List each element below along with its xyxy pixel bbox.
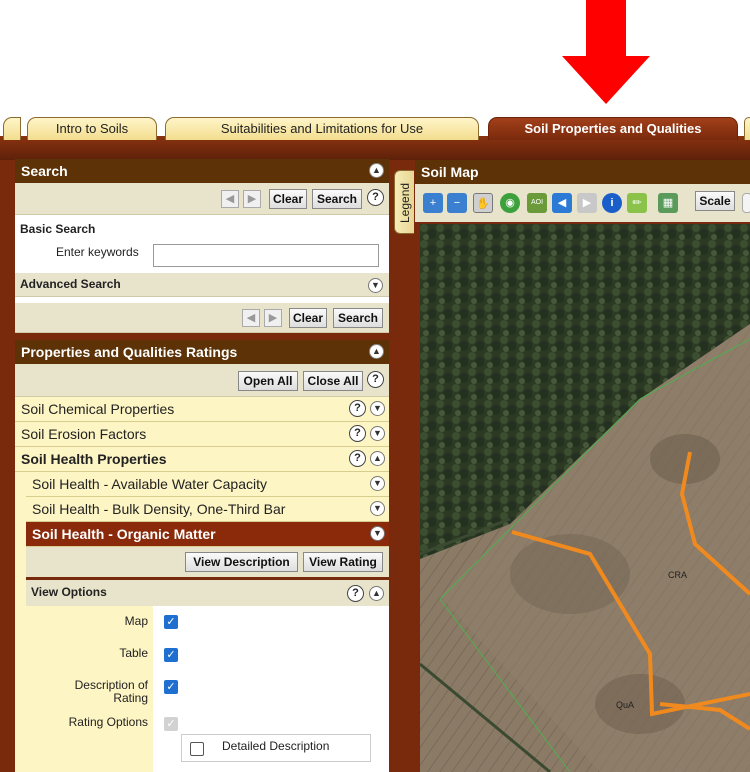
advanced-search-bar[interactable]: Advanced Search ▼	[15, 273, 389, 297]
collapse-up-icon[interactable]: ▲	[369, 344, 384, 359]
forward-arrow-icon[interactable]: ▶	[264, 309, 282, 327]
back-arrow-icon[interactable]: ◀	[221, 190, 239, 208]
soil-map-canvas[interactable]: CRA QuA	[420, 224, 750, 772]
ratings-panel-title: Properties and Qualities Ratings	[21, 344, 238, 360]
legend-tab[interactable]: Legend	[394, 170, 414, 234]
search-button[interactable]: Search	[333, 308, 383, 328]
table-checkbox[interactable]: ✓	[164, 648, 178, 662]
map-unit-label: QuA	[616, 700, 634, 710]
map-unit-label: CRA	[668, 570, 687, 580]
expand-chevron-icon[interactable]: ▼	[368, 278, 383, 293]
collapse-chevron-icon[interactable]: ▲	[370, 451, 385, 466]
category-label: Soil Erosion Factors	[21, 426, 147, 442]
rating-actions-bar: View Description View Rating	[26, 547, 389, 577]
detailed-description-label: Detailed Description	[222, 739, 330, 753]
detailed-description-box: Detailed Description	[181, 734, 371, 762]
help-icon[interactable]: ?	[349, 425, 366, 442]
expand-chevron-icon[interactable]: ▼	[370, 476, 385, 491]
category-label: Soil Health Properties	[21, 451, 167, 467]
back-arrow-icon[interactable]: ◀	[242, 309, 260, 327]
close-all-button[interactable]: Close All	[303, 371, 363, 391]
expand-chevron-icon[interactable]: ▼	[370, 426, 385, 441]
map-panel-title: Soil Map	[421, 164, 479, 180]
search-button[interactable]: Search	[312, 189, 362, 209]
measure-ruler-icon[interactable]: ✏	[627, 193, 647, 213]
aoi-icon[interactable]: AOI	[527, 193, 547, 213]
category-label: Soil Chemical Properties	[21, 401, 175, 417]
description-option-label-line2: Rating	[113, 691, 148, 705]
clear-button[interactable]: Clear	[289, 308, 327, 328]
category-soil-erosion[interactable]: Soil Erosion Factors ? ▼	[15, 422, 389, 447]
search-toolbar: ◀ ▶ Clear Search ?	[15, 183, 389, 215]
pan-hand-icon[interactable]: ✋	[473, 193, 493, 213]
subitem-label: Soil Health - Available Water Capacity	[32, 476, 267, 492]
collapse-chevron-icon[interactable]: ▼	[370, 526, 385, 541]
ratings-toolbar: Open All Close All ?	[15, 364, 389, 397]
forward-arrow-icon[interactable]: ▶	[243, 190, 261, 208]
tab-left-edge	[3, 117, 21, 140]
help-icon[interactable]: ?	[347, 585, 364, 602]
search-panel-title: Search	[21, 163, 68, 179]
detailed-description-checkbox[interactable]	[190, 742, 204, 756]
map-toolbar: + − ✋ ◉ AOI ◀ ▶ i ✏ ▦ Scale	[415, 184, 750, 222]
red-arrow-annotation	[562, 0, 650, 104]
collapse-up-icon[interactable]: ▲	[369, 163, 384, 178]
view-rating-button[interactable]: View Rating	[303, 552, 383, 572]
view-options-title: View Options	[31, 585, 107, 599]
basic-search-label: Basic Search	[20, 222, 96, 236]
advanced-search-label: Advanced Search	[20, 277, 121, 291]
tab-suitabilities[interactable]: Suitabilities and Limitations for Use	[165, 117, 479, 140]
keywords-label: Enter keywords	[56, 245, 139, 259]
description-checkbox[interactable]: ✓	[164, 680, 178, 694]
rating-options-checkbox: ✓	[164, 717, 178, 731]
expand-chevron-icon[interactable]: ▼	[370, 501, 385, 516]
table-option-label: Table	[119, 646, 148, 660]
category-soil-health[interactable]: Soil Health Properties ? ▲	[15, 447, 389, 472]
search-toolbar-bottom: ◀ ▶ Clear Search	[15, 303, 389, 333]
zoom-in-icon[interactable]: +	[423, 193, 443, 213]
map-checkbox[interactable]: ✓	[164, 615, 178, 629]
previous-extent-icon[interactable]: ◀	[552, 193, 572, 213]
collapse-chevron-icon[interactable]: ▲	[369, 586, 384, 601]
ratings-panel-header: Properties and Qualities Ratings ▲	[15, 340, 389, 364]
subitem-organic-matter[interactable]: Soil Health - Organic Matter ▼	[26, 522, 389, 547]
description-option-label-line1: Description of	[74, 678, 148, 692]
search-panel-header: Search ▲	[15, 159, 389, 183]
category-soil-chemical[interactable]: Soil Chemical Properties ? ▼	[15, 397, 389, 422]
next-extent-icon[interactable]: ▶	[577, 193, 597, 213]
tab-overflow	[744, 117, 750, 140]
map-panel-header: Soil Map	[415, 160, 750, 184]
legend-tab-label: Legend	[398, 182, 412, 223]
indent-gutter	[15, 472, 26, 772]
help-icon[interactable]: ?	[367, 371, 384, 388]
subitem-bulk-density[interactable]: Soil Health - Bulk Density, One-Third Ba…	[26, 497, 389, 522]
subitem-water-capacity[interactable]: Soil Health - Available Water Capacity ▼	[26, 472, 389, 497]
zoom-out-icon[interactable]: −	[447, 193, 467, 213]
subitem-label: Soil Health - Bulk Density, One-Third Ba…	[32, 501, 286, 517]
map-option-label: Map	[124, 614, 148, 628]
view-options-header[interactable]: View Options ? ▲	[26, 580, 389, 606]
toolbar-overflow	[742, 193, 750, 213]
scale-button[interactable]: Scale	[695, 191, 735, 211]
expand-chevron-icon[interactable]: ▼	[370, 401, 385, 416]
subitem-label: Soil Health - Organic Matter	[32, 526, 216, 542]
rating-options-label: Rating Options	[68, 715, 148, 729]
open-all-button[interactable]: Open All	[238, 371, 298, 391]
keywords-input[interactable]	[153, 244, 379, 267]
tab-intro-to-soils[interactable]: Intro to Soils	[27, 117, 157, 140]
identify-info-icon[interactable]: i	[602, 193, 622, 213]
help-icon[interactable]: ?	[349, 450, 366, 467]
view-options-body: Map ✓ Table ✓ Description of Rating ✓ Ra…	[26, 606, 389, 772]
help-icon[interactable]: ?	[367, 189, 384, 206]
aerial-imagery: CRA QuA	[420, 224, 750, 772]
print-map-icon[interactable]: ▦	[658, 193, 678, 213]
full-extent-globe-icon[interactable]: ◉	[500, 193, 520, 213]
view-description-button[interactable]: View Description	[185, 552, 298, 572]
help-icon[interactable]: ?	[349, 400, 366, 417]
clear-button[interactable]: Clear	[269, 189, 307, 209]
tab-soil-properties[interactable]: Soil Properties and Qualities	[488, 117, 738, 140]
